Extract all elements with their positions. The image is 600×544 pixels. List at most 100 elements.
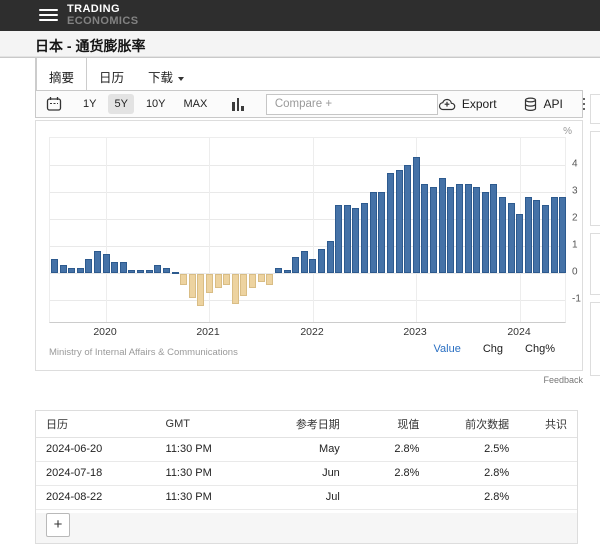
bar-chart-type-icon[interactable]: [232, 98, 246, 111]
range-button-5y[interactable]: 5Y: [108, 94, 133, 114]
cell-r2c1: 2024-07-18: [36, 461, 156, 485]
chart-bar-2021-02: [215, 274, 222, 288]
chart-bar-2022-09: [378, 192, 385, 273]
gridline-y-0: [50, 273, 565, 274]
range-button-max[interactable]: MAX: [178, 94, 214, 114]
table-row[interactable]: 2024-07-1811:30 PMJun2.8%2.8%: [36, 461, 577, 485]
chart-bar-2024-05: [551, 197, 558, 273]
chart-bar-2024-03: [533, 200, 540, 273]
compare-input[interactable]: [266, 94, 438, 115]
chart-bar-2022-04: [335, 205, 342, 273]
api-button[interactable]: API: [523, 97, 563, 112]
chart-bar-2022-02: [318, 249, 325, 273]
chart-bar-2019-07: [51, 259, 58, 273]
cutoff-right-panel-row: [590, 131, 600, 226]
cell-r3c1: 2024-08-22: [36, 485, 156, 509]
feedback-link[interactable]: Feedback: [543, 375, 583, 385]
y-axis-unit-label: %: [563, 126, 572, 137]
gridline-year-2021: [209, 138, 210, 322]
tabs-row: 摘要日历下载: [0, 57, 600, 90]
chart-bar-2023-03: [430, 187, 437, 273]
chart-bar-2024-06: [559, 197, 566, 273]
chart-bar-2023-07: [465, 184, 472, 273]
chart-bar-2019-11: [85, 259, 92, 273]
chart-bar-2023-04: [439, 178, 446, 273]
chart-bar-2020-01: [103, 254, 110, 273]
chart-bar-2021-09: [275, 268, 282, 273]
chart-bar-2022-01: [309, 259, 316, 273]
calendar-table: 日历GMT参考日期现值前次数据共识 2024-06-2011:30 PMMay2…: [36, 411, 577, 510]
chart-bar-2023-06: [456, 184, 463, 273]
api-label: API: [544, 97, 563, 111]
table-row[interactable]: 2024-08-2211:30 PMJul 2.8%: [36, 485, 577, 509]
x-tick-label-2024: 2024: [502, 326, 536, 338]
col-header-2: GMT: [156, 411, 261, 437]
chart-bar-2019-12: [94, 251, 101, 273]
y-tick-label-1: 1: [572, 240, 578, 251]
gridline-year-2020: [106, 138, 107, 322]
range-button-10y[interactable]: 10Y: [140, 94, 172, 114]
chart-bar-2021-04: [232, 274, 239, 304]
brand-line1: TRADING: [67, 4, 138, 16]
chart-bar-2020-08: [163, 268, 170, 273]
chart-bar-2023-12: [508, 203, 515, 273]
cell-r3c4: [350, 485, 430, 509]
cell-r3c3: Jul: [260, 485, 350, 509]
chart-bar-2020-02: [111, 262, 118, 273]
inflation-chart-card: % Ministry of Internal Affairs & Communi…: [35, 120, 583, 371]
chart-mode-link-chg[interactable]: Chg: [483, 343, 503, 355]
chart-mode-link-chgpct[interactable]: Chg%: [525, 343, 555, 355]
col-header-6: 共识: [519, 411, 577, 437]
table-row[interactable]: 2024-06-2011:30 PMMay2.8%2.5%: [36, 437, 577, 461]
kebab-menu-icon[interactable]: [583, 97, 586, 112]
chart-bar-2020-09: [172, 272, 179, 274]
y-tick-label-3: 3: [572, 186, 578, 197]
cell-r1c2: 11:30 PM: [156, 437, 261, 461]
chart-bar-2023-10: [490, 184, 497, 273]
chart-bar-2021-03: [223, 274, 230, 285]
brand-line2: ECONOMICS: [67, 16, 138, 28]
chart-bar-2022-05: [344, 205, 351, 273]
chart-plot-area: [49, 137, 566, 323]
trading-economics-logo[interactable]: TRADING ECONOMICS: [67, 4, 138, 27]
x-tick-label-2021: 2021: [191, 326, 225, 338]
cloud-export-icon: [438, 97, 456, 111]
chart-bar-2024-02: [525, 197, 532, 273]
chart-bar-2021-07: [258, 274, 265, 282]
chart-bar-2020-06: [146, 270, 153, 273]
gridline-y--1: [50, 300, 565, 301]
title-bar: 日本 - 通货膨胀率: [0, 31, 600, 57]
chart-mode-link-value[interactable]: Value: [434, 343, 461, 355]
tab-summary[interactable]: 摘要: [36, 58, 87, 90]
add-row-button[interactable]: +: [46, 513, 70, 537]
chart-bar-2019-10: [77, 268, 84, 273]
cutoff-right-panel-row: [590, 302, 600, 376]
cell-r2c3: Jun: [260, 461, 350, 485]
cell-r1c1: 2024-06-20: [36, 437, 156, 461]
tabs-left-divider: [35, 58, 36, 91]
range-button-1y[interactable]: 1Y: [77, 94, 102, 114]
cell-r3c5: 2.8%: [429, 485, 519, 509]
cell-r3c2: 11:30 PM: [156, 485, 261, 509]
hamburger-menu-icon[interactable]: [39, 9, 59, 23]
tab-download[interactable]: 下载: [136, 58, 196, 90]
chart-bar-2021-08: [266, 274, 273, 285]
chart-bar-2023-09: [482, 192, 489, 273]
gridline-year-2022: [313, 138, 314, 322]
chart-bar-2021-01: [206, 274, 213, 293]
chart-bar-2022-06: [352, 208, 359, 273]
table-footer: +: [36, 513, 577, 543]
cell-r1c5: 2.5%: [429, 437, 519, 461]
y-tick-label-4: 4: [572, 159, 578, 170]
tab-calendar[interactable]: 日历: [87, 58, 136, 90]
chart-bar-2021-11: [292, 257, 299, 273]
chart-bar-2023-01: [413, 157, 420, 273]
chart-bar-2020-12: [197, 274, 204, 306]
chart-bar-2023-08: [473, 187, 480, 273]
chart-bar-2019-08: [60, 265, 67, 273]
chart-bar-2023-02: [421, 184, 428, 273]
chart-source-label: Ministry of Internal Affairs & Communica…: [49, 347, 238, 358]
cell-r1c4: 2.8%: [350, 437, 430, 461]
calendar-icon[interactable]: [46, 96, 62, 112]
export-button[interactable]: Export: [438, 97, 497, 111]
